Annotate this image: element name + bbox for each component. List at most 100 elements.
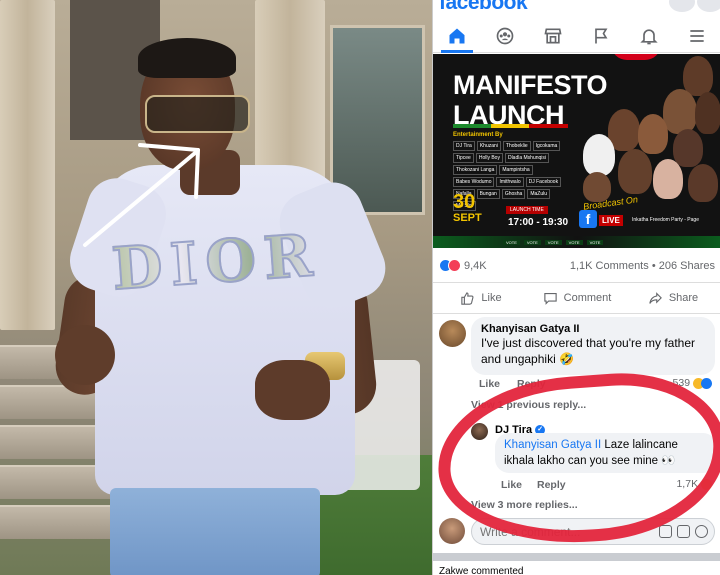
share-button[interactable]: Share bbox=[625, 283, 720, 313]
poster-artist: MaZulu bbox=[527, 189, 551, 199]
poster-title-line1: MANIFESTO bbox=[453, 70, 608, 100]
reply-avatar[interactable] bbox=[471, 423, 488, 440]
left-hand bbox=[55, 325, 115, 385]
commenter-name[interactable]: Khanyisan Gatya II bbox=[481, 323, 705, 335]
reaction-summary: 9,4K 1,1K Comments • 206 Shares bbox=[433, 256, 720, 278]
laugh-reaction-icon bbox=[701, 478, 712, 490]
emoji-icon[interactable] bbox=[695, 525, 708, 538]
comment-reaction-count: 539 bbox=[673, 377, 712, 389]
poster-artist: Holly Boy bbox=[475, 153, 503, 163]
poster-title: MANIFESTO LAUNCH bbox=[453, 70, 623, 130]
gif-icon[interactable] bbox=[677, 525, 690, 538]
poster-person bbox=[695, 92, 720, 134]
count-separator: • bbox=[651, 260, 656, 272]
share-label: Share bbox=[668, 292, 699, 304]
comment-reaction-number: 539 bbox=[672, 377, 691, 389]
tab-groups[interactable] bbox=[481, 20, 529, 52]
poster-vote-label: VOTE bbox=[586, 239, 604, 245]
sunglasses bbox=[145, 95, 250, 133]
poster-vote-label: VOTE bbox=[523, 239, 541, 245]
camera-icon[interactable] bbox=[659, 525, 672, 538]
poster-date-day: 30 bbox=[453, 191, 476, 213]
poster-artist: Dladla Mshunqisi bbox=[504, 153, 550, 163]
like-button[interactable]: Like bbox=[433, 283, 529, 313]
reply-reaction-count: 1,7K bbox=[676, 478, 712, 490]
poster-live-badge: LIVE bbox=[599, 215, 623, 226]
reply-mention[interactable]: Khanyisan Gatya II bbox=[504, 439, 601, 451]
poster-artist: Igcokama bbox=[532, 141, 561, 151]
comment-input[interactable] bbox=[472, 519, 642, 544]
comment-input-tools bbox=[659, 525, 708, 538]
like-label: Like bbox=[481, 292, 502, 304]
poster-artist: DJ Facebook bbox=[525, 177, 562, 187]
tab-home[interactable] bbox=[433, 20, 481, 53]
poster-person bbox=[583, 134, 615, 176]
poster-person bbox=[618, 149, 652, 194]
reply-reaction-number: 1,7K bbox=[676, 478, 699, 490]
poster-artist: Ghosha bbox=[501, 189, 526, 199]
hair bbox=[138, 38, 236, 78]
poster-launch-time: 17:00 - 19:30 bbox=[508, 217, 569, 228]
right-hand bbox=[255, 360, 330, 420]
tab-menu[interactable] bbox=[673, 20, 720, 52]
facebook-panel: facebook MANIFESTO LAUNCH Entertainment … bbox=[432, 0, 720, 575]
comment-like-button[interactable]: Like bbox=[479, 378, 500, 390]
reply-text-block: Khanyisan Gatya II Laze lalincane ikhala… bbox=[504, 437, 708, 469]
poster-person bbox=[688, 164, 718, 202]
poster-person bbox=[653, 159, 683, 199]
post-action-bar: Like Comment Share bbox=[433, 282, 720, 314]
reaction-count[interactable]: 9,4K bbox=[464, 260, 487, 272]
facebook-f-icon: f bbox=[579, 210, 597, 228]
background-column bbox=[0, 0, 55, 330]
poster-vote-strip: VOTE VOTE VOTE VOTE VOTE bbox=[433, 236, 720, 248]
groups-icon bbox=[496, 27, 514, 45]
poster-red-accent bbox=[611, 54, 661, 60]
search-button[interactable] bbox=[669, 0, 695, 12]
next-comment-preview: Zakwe commented bbox=[439, 566, 524, 575]
comment-button[interactable]: Comment bbox=[529, 283, 625, 313]
jeans bbox=[110, 488, 320, 575]
poster-vote-label: VOTE bbox=[544, 239, 562, 245]
poster-vote-label: VOTE bbox=[565, 239, 583, 245]
poster-date-month: SEPT bbox=[453, 212, 482, 224]
poster-vote-label: VOTE bbox=[503, 239, 520, 245]
share-arrow-icon bbox=[649, 291, 662, 304]
poster-artist: Thokozani Langa bbox=[453, 165, 498, 175]
comment-count[interactable]: 1,1K Comments bbox=[570, 260, 649, 272]
menu-icon bbox=[690, 30, 704, 42]
tab-pages[interactable] bbox=[577, 20, 625, 52]
comment-share-counts: 1,1K Comments • 206 Shares bbox=[570, 260, 715, 272]
poster-person bbox=[673, 129, 703, 167]
poster-entertainment-label: Entertainment By bbox=[453, 132, 503, 138]
section-divider bbox=[433, 553, 720, 561]
comment-reply-button[interactable]: Reply bbox=[517, 378, 546, 390]
post-image[interactable]: MANIFESTO LAUNCH Entertainment By DJ Tir… bbox=[433, 54, 720, 248]
marketplace-icon bbox=[544, 28, 562, 44]
poster-artist: Thobeklie bbox=[502, 141, 531, 151]
bell-icon bbox=[640, 29, 658, 45]
tab-notifications[interactable] bbox=[625, 20, 673, 52]
view-previous-replies[interactable]: View 1 previous reply... bbox=[471, 399, 586, 411]
poster-artist: Babes Wodumo bbox=[453, 177, 495, 187]
messenger-button[interactable] bbox=[697, 0, 720, 12]
speech-bubble-icon bbox=[543, 292, 557, 305]
comment-input-box[interactable] bbox=[471, 518, 715, 545]
comment-bubble: Khanyisan Gatya II I've just discovered … bbox=[471, 317, 715, 375]
view-more-replies[interactable]: View 3 more replies... bbox=[471, 499, 578, 511]
reply-like-button[interactable]: Like bbox=[501, 479, 522, 491]
facebook-logo[interactable]: facebook bbox=[439, 0, 528, 15]
poster-flag-stripe bbox=[453, 124, 568, 128]
tab-marketplace[interactable] bbox=[529, 20, 577, 52]
like-reaction-icon bbox=[701, 377, 712, 389]
share-count[interactable]: 206 Shares bbox=[659, 260, 715, 272]
poster-artist: Mampintsha bbox=[499, 165, 533, 175]
poster-person bbox=[638, 114, 668, 154]
home-icon bbox=[449, 28, 465, 44]
arrow-annotation bbox=[83, 143, 200, 247]
my-avatar[interactable] bbox=[439, 518, 465, 544]
commenter-avatar[interactable] bbox=[439, 320, 466, 347]
poster-artist: DJ Tira bbox=[453, 141, 475, 151]
poster-person bbox=[663, 89, 697, 134]
thumbs-up-icon bbox=[461, 291, 474, 305]
reply-reply-button[interactable]: Reply bbox=[537, 479, 566, 491]
